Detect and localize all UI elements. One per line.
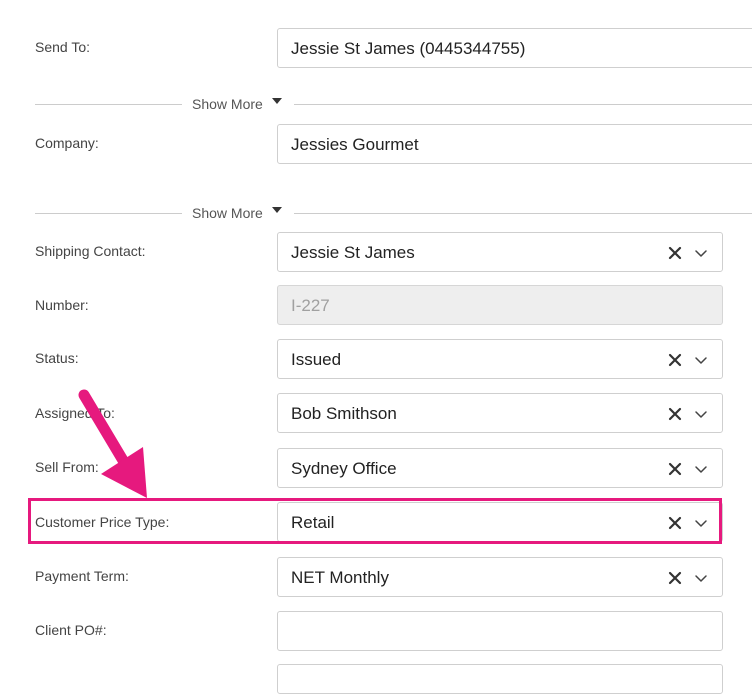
divider-line xyxy=(35,213,182,214)
send-to-value: Jessie St James (0445344755) xyxy=(291,39,526,58)
customer-price-type-select[interactable]: Retail xyxy=(277,502,723,542)
assigned-to-value: Bob Smithson xyxy=(291,404,397,423)
customer-price-type-value: Retail xyxy=(291,513,335,532)
assigned-to-select[interactable]: Bob Smithson xyxy=(277,393,723,433)
payment-term-label: Payment Term: xyxy=(35,568,129,584)
show-more-divider-2: Show More xyxy=(35,204,752,224)
customer-price-type-label: Customer Price Type: xyxy=(35,514,170,530)
sell-from-select[interactable]: Sydney Office xyxy=(277,448,723,488)
status-label: Status: xyxy=(35,350,79,366)
number-placeholder: I-227 xyxy=(291,296,330,315)
send-to-label: Send To: xyxy=(35,39,91,55)
divider-line xyxy=(294,213,752,214)
next-field[interactable] xyxy=(277,664,723,694)
assigned-to-label: Assigned To: xyxy=(35,405,115,421)
client-po-input[interactable] xyxy=(277,611,723,651)
divider-line xyxy=(35,104,182,105)
shipping-contact-label: Shipping Contact: xyxy=(35,243,146,259)
caret-down-icon xyxy=(271,97,282,104)
show-more-toggle-2[interactable]: Show More xyxy=(192,205,282,221)
company-label: Company: xyxy=(35,135,99,151)
company-value: Jessies Gourmet xyxy=(291,135,419,154)
show-more-label: Show More xyxy=(192,96,263,112)
shipping-contact-value: Jessie St James xyxy=(291,243,415,262)
client-po-label: Client PO#: xyxy=(35,622,107,638)
chevron-down-icon[interactable] xyxy=(694,407,708,421)
sell-from-label: Sell From: xyxy=(35,459,99,475)
show-more-divider-1: Show More xyxy=(35,95,752,115)
chevron-down-icon[interactable] xyxy=(694,353,708,367)
shipping-contact-select[interactable]: Jessie St James xyxy=(277,232,723,272)
show-more-toggle-1[interactable]: Show More xyxy=(192,96,282,112)
clear-icon[interactable] xyxy=(668,462,682,476)
clear-icon[interactable] xyxy=(668,246,682,260)
chevron-down-icon[interactable] xyxy=(694,516,708,530)
clear-icon[interactable] xyxy=(668,516,682,530)
clear-icon[interactable] xyxy=(668,571,682,585)
payment-term-select[interactable]: NET Monthly xyxy=(277,557,723,597)
clear-icon[interactable] xyxy=(668,407,682,421)
chevron-down-icon[interactable] xyxy=(694,462,708,476)
status-value: Issued xyxy=(291,350,342,369)
company-field[interactable]: Jessies Gourmet xyxy=(277,124,752,164)
chevron-down-icon[interactable] xyxy=(694,246,708,260)
status-select[interactable]: Issued xyxy=(277,339,723,379)
sell-from-value: Sydney Office xyxy=(291,459,397,478)
payment-term-value: NET Monthly xyxy=(291,568,389,587)
number-label: Number: xyxy=(35,297,89,313)
divider-line xyxy=(294,104,752,105)
number-field: I-227 xyxy=(277,285,723,325)
clear-icon[interactable] xyxy=(668,353,682,367)
caret-down-icon xyxy=(271,206,282,213)
show-more-label: Show More xyxy=(192,205,263,221)
send-to-field[interactable]: Jessie St James (0445344755) xyxy=(277,28,752,68)
chevron-down-icon[interactable] xyxy=(694,571,708,585)
